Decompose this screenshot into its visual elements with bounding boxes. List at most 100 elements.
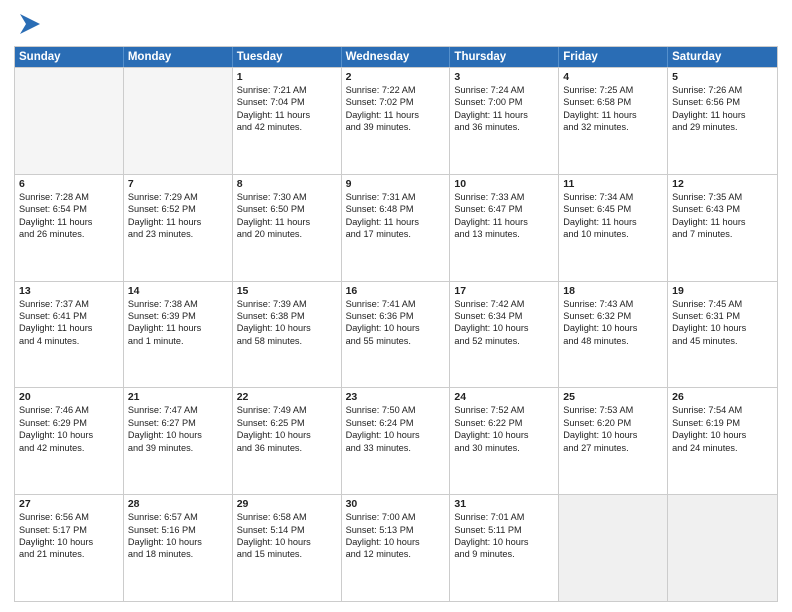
cell-line: Sunset: 6:31 PM <box>672 310 773 322</box>
day-number: 12 <box>672 178 773 190</box>
day-number: 3 <box>454 71 554 83</box>
cal-cell: 10Sunrise: 7:33 AMSunset: 6:47 PMDayligh… <box>450 175 559 281</box>
calendar-row-2: 6Sunrise: 7:28 AMSunset: 6:54 PMDaylight… <box>15 174 777 281</box>
cell-line: Sunrise: 7:41 AM <box>346 298 446 310</box>
cell-line: Sunset: 6:50 PM <box>237 203 337 215</box>
cal-cell: 6Sunrise: 7:28 AMSunset: 6:54 PMDaylight… <box>15 175 124 281</box>
cell-line: Daylight: 11 hours <box>346 216 446 228</box>
cell-line: Sunset: 6:39 PM <box>128 310 228 322</box>
cell-line: Sunset: 7:04 PM <box>237 96 337 108</box>
cell-line: Sunrise: 7:21 AM <box>237 84 337 96</box>
cell-line: Sunset: 6:19 PM <box>672 417 773 429</box>
cell-line: Sunrise: 6:57 AM <box>128 511 228 523</box>
cell-line: and 52 minutes. <box>454 335 554 347</box>
header-day-tuesday: Tuesday <box>233 47 342 67</box>
day-number: 30 <box>346 498 446 510</box>
cell-line: Sunset: 6:22 PM <box>454 417 554 429</box>
cal-cell: 4Sunrise: 7:25 AMSunset: 6:58 PMDaylight… <box>559 68 668 174</box>
cell-line: Daylight: 11 hours <box>346 109 446 121</box>
cal-cell: 15Sunrise: 7:39 AMSunset: 6:38 PMDayligh… <box>233 282 342 388</box>
day-number: 28 <box>128 498 228 510</box>
day-number: 1 <box>237 71 337 83</box>
cell-line: Sunset: 6:34 PM <box>454 310 554 322</box>
cell-line: Sunset: 6:52 PM <box>128 203 228 215</box>
calendar-body: 1Sunrise: 7:21 AMSunset: 7:04 PM Daylight… <box>15 67 777 601</box>
cell-line: and 23 minutes. <box>128 228 228 240</box>
cell-line: Daylight: 10 hours <box>237 322 337 334</box>
cell-line: Daylight: 10 hours <box>346 322 446 334</box>
cell-line: Daylight: 10 hours <box>237 536 337 548</box>
cell-line: and 1 minute. <box>128 335 228 347</box>
cell-line: Sunrise: 6:58 AM <box>237 511 337 523</box>
header-day-saturday: Saturday <box>668 47 777 67</box>
cal-cell: 14Sunrise: 7:38 AMSunset: 6:39 PMDayligh… <box>124 282 233 388</box>
cell-line: Sunset: 6:32 PM <box>563 310 663 322</box>
header-day-monday: Monday <box>124 47 233 67</box>
cell-line: Daylight: 10 hours <box>454 429 554 441</box>
cell-line: and 48 minutes. <box>563 335 663 347</box>
cell-line: Sunrise: 7:24 AM <box>454 84 554 96</box>
cell-line: Sunrise: 7:35 AM <box>672 191 773 203</box>
cell-line: Daylight: 10 hours <box>454 536 554 548</box>
cal-cell: 13Sunrise: 7:37 AMSunset: 6:41 PMDayligh… <box>15 282 124 388</box>
cell-line: Sunrise: 7:43 AM <box>563 298 663 310</box>
cell-line: Daylight: 10 hours <box>563 429 663 441</box>
cell-line: and 45 minutes. <box>672 335 773 347</box>
day-number: 13 <box>19 285 119 297</box>
cell-line: Sunrise: 7:34 AM <box>563 191 663 203</box>
day-number: 20 <box>19 391 119 403</box>
cell-line: Sunset: 6:58 PM <box>563 96 663 108</box>
cal-cell <box>15 68 124 174</box>
cell-line: Sunset: 6:47 PM <box>454 203 554 215</box>
cell-line: Sunset: 5:13 PM <box>346 524 446 536</box>
cell-line: Sunrise: 7:42 AM <box>454 298 554 310</box>
cell-line: and 20 minutes. <box>237 228 337 240</box>
cell-line: Sunrise: 7:47 AM <box>128 404 228 416</box>
cal-cell: 20Sunrise: 7:46 AMSunset: 6:29 PMDayligh… <box>15 388 124 494</box>
cell-line: Daylight: 10 hours <box>128 429 228 441</box>
day-number: 6 <box>19 178 119 190</box>
cell-line: Sunset: 5:14 PM <box>237 524 337 536</box>
cell-line: and 4 minutes. <box>19 335 119 347</box>
cell-line: Sunset: 6:29 PM <box>19 417 119 429</box>
cell-line: Sunrise: 7:50 AM <box>346 404 446 416</box>
cell-line: Sunset: 6:27 PM <box>128 417 228 429</box>
cell-line: and 39 minutes. <box>346 121 446 133</box>
page: SundayMondayTuesdayWednesdayThursdayFrid… <box>0 0 792 612</box>
day-number: 11 <box>563 178 663 190</box>
day-number: 4 <box>563 71 663 83</box>
cal-cell: 27Sunrise: 6:56 AMSunset: 5:17 PMDayligh… <box>15 495 124 601</box>
cell-line: Sunrise: 7:33 AM <box>454 191 554 203</box>
cell-line: Sunrise: 7:01 AM <box>454 511 554 523</box>
day-number: 25 <box>563 391 663 403</box>
cell-line: Sunrise: 7:30 AM <box>237 191 337 203</box>
cell-line: Sunset: 7:02 PM <box>346 96 446 108</box>
day-number: 9 <box>346 178 446 190</box>
cell-line: Sunrise: 7:39 AM <box>237 298 337 310</box>
calendar-row-3: 13Sunrise: 7:37 AMSunset: 6:41 PMDayligh… <box>15 281 777 388</box>
cell-line: Daylight: 11 hours <box>563 109 663 121</box>
cal-cell: 9Sunrise: 7:31 AMSunset: 6:48 PMDaylight… <box>342 175 451 281</box>
cell-line: Sunset: 6:24 PM <box>346 417 446 429</box>
cal-cell: 2Sunrise: 7:22 AMSunset: 7:02 PMDaylight… <box>342 68 451 174</box>
cell-line: and 36 minutes. <box>237 442 337 454</box>
cell-line: and 10 minutes. <box>563 228 663 240</box>
cell-line: Sunset: 6:36 PM <box>346 310 446 322</box>
cell-line: Daylight: 11 hours <box>128 216 228 228</box>
calendar-row-5: 27Sunrise: 6:56 AMSunset: 5:17 PMDayligh… <box>15 494 777 601</box>
cell-line: Sunset: 6:25 PM <box>237 417 337 429</box>
day-number: 14 <box>128 285 228 297</box>
cell-line: Daylight: 10 hours <box>672 322 773 334</box>
cell-line: and 12 minutes. <box>346 548 446 560</box>
cell-line: and 17 minutes. <box>346 228 446 240</box>
cell-line: and 26 minutes. <box>19 228 119 240</box>
day-number: 5 <box>672 71 773 83</box>
cell-line: Daylight: 11 hours <box>672 109 773 121</box>
cell-line: Daylight: 10 hours <box>672 429 773 441</box>
cell-line: Sunset: 6:45 PM <box>563 203 663 215</box>
cell-line: Sunset: 6:56 PM <box>672 96 773 108</box>
day-number: 10 <box>454 178 554 190</box>
cell-line: Daylight: 10 hours <box>19 536 119 548</box>
cell-line: Daylight: 11 hours <box>672 216 773 228</box>
cell-line: Daylight: 11 hours <box>128 322 228 334</box>
